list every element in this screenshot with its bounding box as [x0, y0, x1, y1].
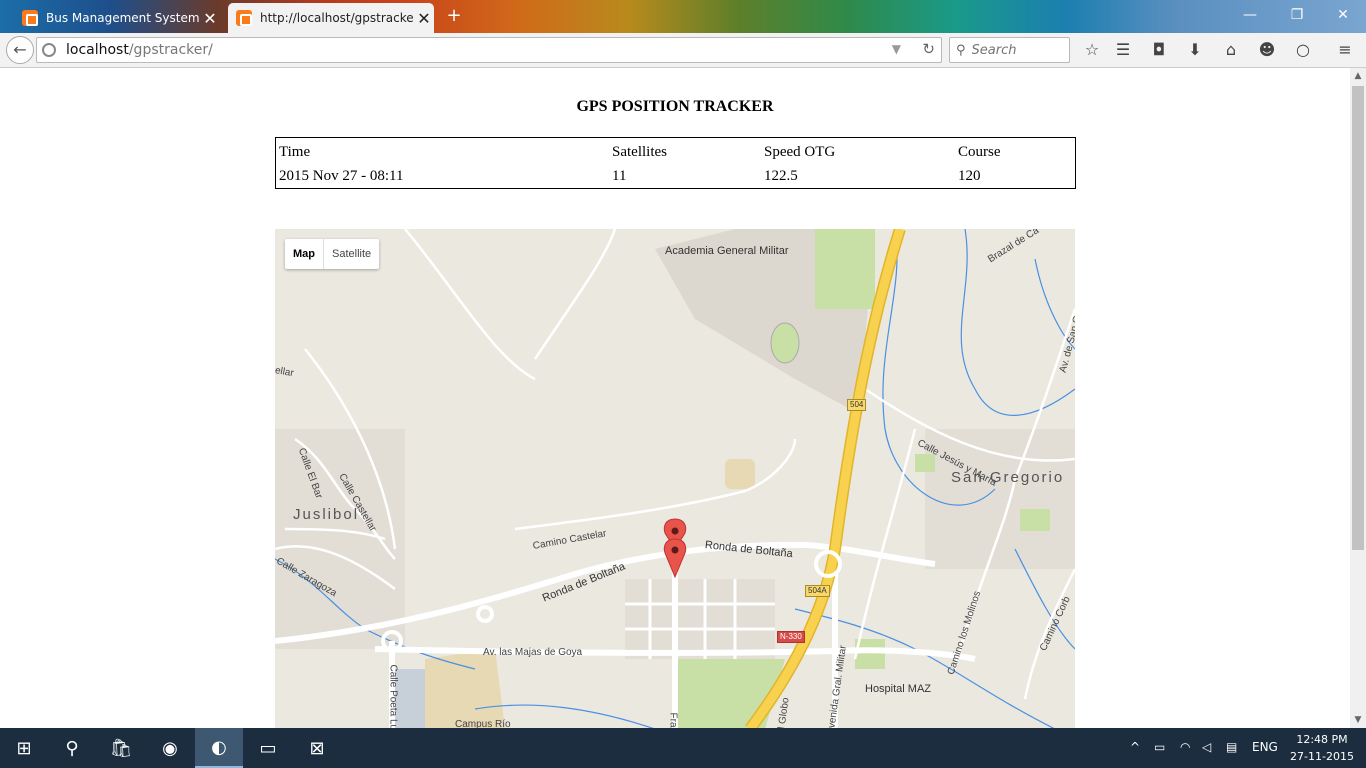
navigation-toolbar: ← localhost/gpstracker/ ▼ ↻ ⚲ ☆ ☰ ◘ ⬇ ⌂ … — [0, 33, 1366, 68]
town-area — [925, 429, 1075, 569]
gps-data-table: Time Satellites Speed OTG Course 2015 No… — [275, 137, 1076, 189]
volume-icon[interactable]: ◁ — [1202, 740, 1211, 754]
url-bar[interactable]: localhost/gpstracker/ ▼ ↻ — [36, 37, 942, 63]
restore-button[interactable]: ❐ — [1282, 4, 1312, 26]
search-bar[interactable]: ⚲ — [949, 37, 1070, 63]
pocket-icon[interactable]: ◘ — [1147, 39, 1171, 61]
road-badge-n330: N-330 — [777, 631, 805, 643]
campus-building — [395, 669, 425, 728]
browser-titlebar: Bus Management System ✕ http://localhost… — [0, 0, 1366, 33]
campus-area — [425, 649, 505, 728]
scroll-up-arrow[interactable]: ▲ — [1350, 68, 1366, 84]
juslibol-area — [275, 429, 405, 649]
chrome-icon[interactable]: ◉ — [146, 728, 194, 768]
tab-bus-management[interactable]: Bus Management System ✕ — [14, 3, 220, 33]
sync-icon[interactable]: ○ — [1291, 39, 1315, 61]
bookmark-star-icon[interactable]: ☆ — [1080, 39, 1104, 61]
sand-area — [725, 459, 755, 489]
clock-date: 27-11-2015 — [1290, 750, 1354, 763]
reload-icon[interactable]: ↻ — [922, 40, 935, 58]
value-time: 2015 Nov 27 - 08:11 — [279, 168, 404, 184]
download-icon[interactable]: ⬇ — [1183, 39, 1207, 61]
history-dropdown-icon[interactable]: ▼ — [892, 42, 901, 56]
close-tab-icon[interactable]: ✕ — [414, 9, 434, 28]
military-field — [815, 229, 875, 309]
close-window-button[interactable]: ✕ — [1328, 4, 1358, 26]
xampp-icon[interactable]: ⊠ — [293, 728, 341, 768]
page-viewport: GPS POSITION TRACKER Time Satellites Spe… — [0, 68, 1350, 728]
battery-icon[interactable]: ▭ — [1154, 740, 1165, 754]
search-icon[interactable]: ⚲ — [48, 728, 96, 768]
tab-gpstracker[interactable]: http://localhost/gpstracker/ ✕ — [228, 3, 434, 33]
road-badge-504: 504 — [847, 399, 867, 411]
map-type-map[interactable]: Map — [285, 239, 324, 269]
header-speed: Speed OTG — [764, 144, 836, 160]
tab-label: Bus Management System — [46, 11, 200, 25]
road-badge-504a: 504A — [805, 585, 830, 597]
windows-taskbar: ⊞ ⚲ 🛍 ◉ ◐ ▭ ⊠ ^ ▭ ◠ ◁ ▤ ENG 12:48 PM 27-… — [0, 728, 1366, 768]
scroll-thumb[interactable] — [1352, 86, 1364, 550]
reading-list-icon[interactable]: ☰ — [1111, 39, 1135, 61]
map-type-control: Map Satellite — [285, 239, 380, 269]
hello-icon[interactable]: ☻ — [1255, 39, 1279, 61]
google-map[interactable]: Map Satellite Academia General Militar S… — [275, 229, 1075, 728]
search-input[interactable] — [971, 42, 1062, 58]
scroll-down-arrow[interactable]: ▼ — [1350, 712, 1366, 728]
vertical-scrollbar[interactable]: ▲ ▼ — [1350, 68, 1366, 728]
back-button[interactable]: ← — [6, 36, 34, 64]
label-academia: Academia General Militar — [665, 245, 789, 257]
map-marker[interactable] — [663, 538, 687, 579]
file-explorer-icon[interactable]: ▭ — [244, 728, 292, 768]
value-speed: 122.5 — [764, 168, 798, 184]
value-course: 120 — [958, 168, 981, 184]
close-tab-icon[interactable]: ✕ — [200, 9, 220, 28]
firefox-icon[interactable]: ◐ — [195, 728, 243, 768]
url-host: localhost — [66, 42, 129, 58]
url-path: /gpstracker/ — [128, 42, 213, 58]
page-title: GPS POSITION TRACKER — [576, 98, 774, 115]
header-time: Time — [279, 144, 311, 160]
clock-time: 12:48 PM — [1296, 733, 1348, 746]
show-hidden-icons-icon[interactable]: ^ — [1130, 740, 1140, 754]
track-field — [770, 322, 800, 364]
start-windows-icon[interactable]: ⊞ — [0, 728, 48, 768]
industrial-area — [625, 579, 775, 659]
xampp-icon — [22, 10, 38, 26]
new-tab-button[interactable]: + — [444, 5, 464, 27]
label-juslibol: Juslibol — [293, 506, 360, 523]
xampp-icon — [236, 10, 252, 26]
header-satellites: Satellites — [612, 144, 667, 160]
park-area — [1020, 509, 1050, 531]
notifications-icon[interactable]: ▤ — [1226, 740, 1237, 754]
map-type-satellite[interactable]: Satellite — [324, 239, 379, 269]
clock[interactable]: 12:48 PM 27-11-2015 — [1290, 731, 1354, 765]
label-calle-poeta: Calle Poeta Lu — [387, 664, 399, 729]
label-campus-rio: Campus Río — [455, 719, 511, 728]
minimize-button[interactable]: — — [1235, 4, 1265, 26]
language-indicator[interactable]: ENG — [1252, 740, 1278, 754]
label-fragua: Fragua — [668, 713, 679, 729]
header-course: Course — [958, 144, 1001, 160]
tab-label: http://localhost/gpstracker/ — [260, 11, 414, 25]
value-satellites: 11 — [612, 168, 627, 184]
menu-icon[interactable]: ≡ — [1333, 39, 1357, 61]
globe-icon — [42, 43, 56, 57]
home-icon[interactable]: ⌂ — [1219, 39, 1243, 61]
label-majas-goya: Av. las Majas de Goya — [483, 647, 583, 658]
search-icon: ⚲ — [956, 42, 966, 58]
roundabout — [476, 605, 494, 623]
label-hospital: Hospital MAZ — [865, 683, 932, 695]
wifi-icon[interactable]: ◠ — [1180, 740, 1190, 754]
store-icon[interactable]: 🛍 — [97, 728, 145, 768]
